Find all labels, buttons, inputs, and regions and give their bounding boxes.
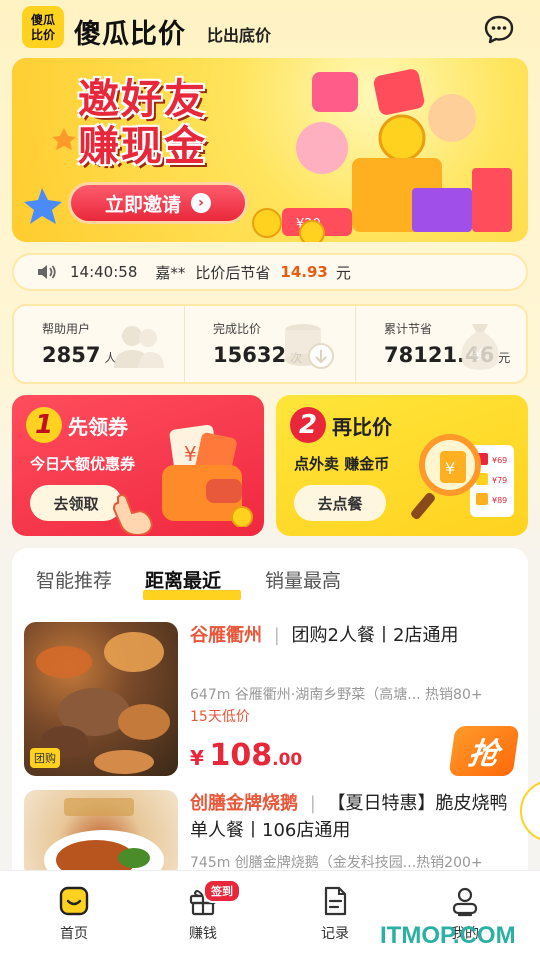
check-in-badge: 签到 [203, 879, 241, 903]
nav-records[interactable]: 记录 [295, 885, 375, 943]
app-header: 傻瓜 比价 傻瓜比价 比出底价 [0, 0, 540, 60]
watermark-text: ITMOP.COM [380, 922, 516, 949]
step-number: 2 [290, 407, 326, 443]
stat-users: 帮助用户 2857 人 [14, 306, 184, 382]
money-bag-icon: ¥ [461, 324, 499, 370]
ticker-amount: 14.93 [280, 263, 328, 281]
invite-banner[interactable]: ¥20 邀好友 赚现金 立即邀请 › [12, 58, 528, 242]
chat-bubble-icon[interactable] [484, 14, 514, 44]
compare-card[interactable]: 2 再比价 点外卖 赚金币 去点餐 ¥69 ¥79 ¥89 ¥ [276, 395, 528, 536]
profile-icon [452, 887, 478, 917]
deal-meta: 647m 谷雁衢州·湖南乡野菜（高塘... 热销80+ [190, 687, 483, 703]
nav-label: 赚钱 [189, 926, 217, 942]
promo-subtitle: 点外卖 赚金币 [294, 455, 390, 473]
feed-tabs: 智能推荐 距离最近 销量最高 [12, 566, 528, 600]
savings-ticker: 14:40:58 嘉** 比价后节省 14.93 元 [12, 253, 528, 291]
promo-subtitle: 今日大额优惠券 [30, 455, 136, 473]
pointer-hand-icon [112, 494, 154, 535]
shop-name: 创膳金牌烧鹅 [190, 793, 298, 814]
claim-coupon-button[interactable]: 去领取 [30, 485, 122, 521]
deal-title: 谷雁衢州 | 团购2人餐丨2店通用 [190, 625, 459, 646]
order-food-button[interactable]: 去点餐 [294, 485, 386, 521]
ticker-time: 14:40:58 [70, 263, 138, 281]
tab-best-selling[interactable]: 销量最高 [265, 566, 341, 593]
ticker-user: 嘉** [155, 263, 186, 282]
ticker-unit: 元 [335, 263, 351, 282]
tab-recommended[interactable]: 智能推荐 [36, 566, 112, 593]
home-icon [59, 886, 89, 916]
deal-item[interactable]: 团购 谷雁衢州 | 团购2人餐丨2店通用 647m 谷雁衢州·湖南乡野菜（高塘.… [24, 622, 520, 782]
step-number: 1 [26, 407, 62, 443]
grab-deal-button[interactable]: 抢 [448, 726, 520, 776]
svg-text:¥: ¥ [445, 459, 455, 478]
food-photo [44, 798, 164, 878]
nav-label: 记录 [321, 926, 349, 942]
coupon-card[interactable]: 1 先领券 今日大额优惠券 去领取 ¥ [12, 395, 264, 536]
svg-text:¥: ¥ [184, 442, 197, 466]
deal-image[interactable] [24, 790, 178, 878]
brand-slogan: 比出底价 [207, 26, 272, 45]
promo-title: 再比价 [332, 415, 392, 439]
nav-earn[interactable]: 赚钱 签到 [163, 879, 243, 943]
nav-home[interactable]: 首页 [34, 885, 114, 943]
deal-meta: 745m 创膳金牌烧鹅（金发科技园...热销200+ [190, 855, 483, 871]
deal-price: ¥ 108.00 [190, 738, 303, 773]
banner-line-1: 邀好友 [78, 75, 207, 123]
svg-text:¥79: ¥79 [492, 476, 507, 485]
chevron-right-icon: › [191, 193, 211, 213]
shop-name: 谷雁衢州 [190, 625, 262, 646]
promo-title: 先领券 [68, 415, 128, 439]
deal-name: 团购2人餐丨2店通用 [291, 625, 459, 646]
invite-button-label: 立即邀请 [104, 193, 181, 216]
svg-text:¥69: ¥69 [492, 456, 507, 465]
brand-title: 傻瓜比价 [74, 19, 186, 50]
svg-text:¥89: ¥89 [492, 496, 507, 505]
stat-savings: 累计节省 78121.46 元 ¥ [355, 306, 526, 382]
deal-image[interactable]: 团购 [24, 622, 178, 776]
banner-line-2: 赚现金 [78, 122, 207, 171]
banner-title: 邀好友 赚现金 [78, 75, 207, 171]
logo-line-2: 比价 [30, 27, 55, 42]
document-icon [324, 886, 347, 916]
tab-nearest[interactable]: 距离最近 [145, 566, 221, 593]
invite-button[interactable]: 立即邀请 › [68, 182, 248, 224]
low-price-badge: 15天低价 [190, 709, 250, 725]
users-icon [114, 326, 164, 368]
group-buy-tag: 团购 [30, 748, 60, 768]
deal-title: 创膳金牌烧鹅 | 【夏日特惠】脆皮烧鸭单人餐丨106店通用 [190, 793, 508, 841]
stat-comparisons: 完成比价 15632次 [184, 306, 355, 382]
logo-line-1: 傻瓜 [30, 12, 55, 27]
svg-text:¥: ¥ [473, 345, 483, 364]
ticker-text: 比价后节省 [195, 263, 271, 282]
speaker-icon [38, 265, 56, 279]
nav-label: 首页 [60, 926, 88, 942]
magnifier-price-icon: ¥69 ¥79 ¥89 ¥ [411, 434, 514, 520]
deals-feed: 智能推荐 距离最近 销量最高 团购 谷雁衢州 | 团购2人餐丨2店通用 647m… [12, 548, 528, 878]
database-icon [285, 324, 334, 369]
stats-panel: 帮助用户 2857人 完成比价 15632次 累计节省 78121.46元 ¥ [12, 304, 528, 384]
app-logo: 傻瓜 比价 [22, 6, 64, 48]
